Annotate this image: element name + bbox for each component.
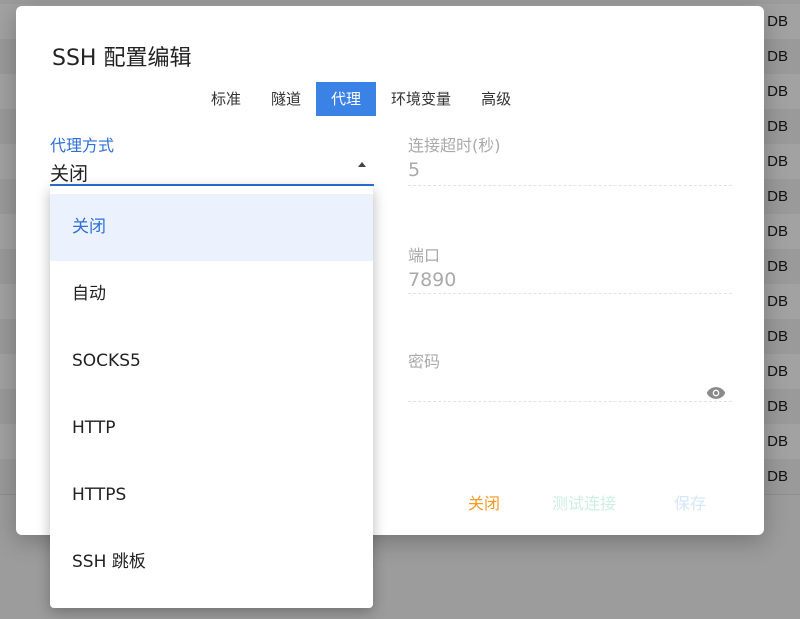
tab-proxy[interactable]: 代理 [316,82,377,116]
list-item-label: DB [767,153,788,170]
list-item-label: DB [767,293,788,310]
tab-env-vars[interactable]: 环境变量 [376,82,466,116]
caret-up-icon [358,162,366,167]
list-item-label: DB [767,363,788,380]
port-label: 端口 [408,246,441,265]
save-button[interactable]: 保存 [674,490,734,514]
tab-tunnel[interactable]: 隧道 [256,82,316,116]
proxy-mode-label: 代理方式 [50,136,115,155]
port-field[interactable]: 端口 7890 [408,242,732,294]
list-item-label: DB [767,13,788,30]
field-underline [408,185,732,186]
password-label: 密码 [408,352,441,371]
list-item-label: DB [767,48,788,65]
list-item-label: DB [767,433,788,450]
menu-item-off[interactable]: 关闭 [50,194,373,261]
menu-item-socks5[interactable]: SOCKS5 [50,328,373,395]
test-connection-button[interactable]: 测试连接 [552,490,652,514]
tab-advanced[interactable]: 高级 [466,82,526,116]
field-underline [408,293,732,294]
menu-item-ssh-jump[interactable]: SSH 跳板 [50,529,373,596]
list-item-label: DB [767,188,788,205]
field-underline [408,401,732,402]
close-button[interactable]: 关闭 [468,490,508,514]
dialog-title: SSH 配置编辑 [52,46,192,71]
password-field[interactable]: 密码 [408,348,732,402]
list-item-label: DB [767,258,788,275]
menu-item-https[interactable]: HTTPS [50,462,373,529]
port-value: 7890 [408,269,457,291]
menu-item-auto[interactable]: 自动 [50,261,373,328]
list-item-label: DB [767,328,788,345]
list-item-label: DB [767,468,788,485]
proxy-mode-value: 关闭 [50,163,89,185]
menu-item-http[interactable]: HTTP [50,395,373,462]
proxy-mode-select[interactable]: 代理方式 关闭 [50,132,374,186]
list-item-label: DB [767,223,788,240]
tab-bar: 标准 隧道 代理 环境变量 高级 [196,82,526,116]
list-item-label: DB [767,83,788,100]
tab-standard[interactable]: 标准 [196,82,256,116]
timeout-value: 5 [408,159,421,181]
list-item-label: DB [767,398,788,415]
list-item-label: DB [767,118,788,135]
eye-icon[interactable] [706,386,726,400]
timeout-label: 连接超时(秒) [408,136,501,155]
timeout-field[interactable]: 连接超时(秒) 5 [408,132,732,186]
proxy-mode-dropdown: 关闭 自动 SOCKS5 HTTP HTTPS SSH 跳板 [50,186,373,608]
